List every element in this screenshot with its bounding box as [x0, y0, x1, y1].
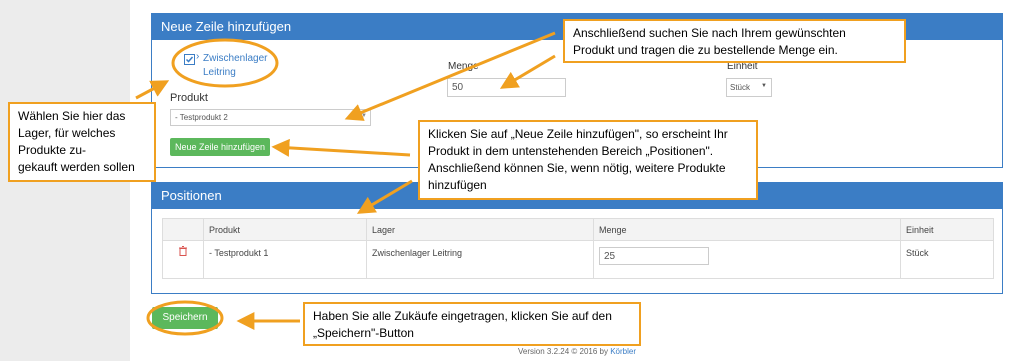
- version-text: Version 3.2.24 © 2016 by: [518, 347, 608, 356]
- footer: Version 3.2.24 © 2016 by Körbler: [130, 347, 1024, 356]
- callout-add-line: Produkt in dem untenstehenden Bereich „P…: [428, 144, 714, 158]
- table-row: - Testprodukt 1 Zwischenlager Leitring 2…: [162, 240, 994, 279]
- row-einheit: Stück: [900, 240, 994, 279]
- row-menge-input[interactable]: 25: [599, 247, 709, 265]
- company-link[interactable]: Körbler: [610, 347, 636, 356]
- callout-add-line: hinzufügen: [428, 178, 487, 192]
- callout-lager: Wählen Sie hier das Lager, für welches P…: [8, 102, 156, 182]
- callout-add-row: Klicken Sie auf „Neue Zeile hinzufügen",…: [418, 120, 758, 200]
- callout-save: Haben Sie alle Zukäufe eingetragen, klic…: [303, 302, 641, 346]
- row-produkt: - Testprodukt 1: [203, 240, 367, 279]
- save-button[interactable]: Speichern: [152, 307, 218, 329]
- produkt-value: - Testprodukt 2: [175, 113, 228, 122]
- callout-search-line: Anschließend suchen Sie nach Ihrem gewün…: [573, 26, 846, 40]
- menge-input[interactable]: 50: [447, 78, 566, 97]
- einheit-select[interactable]: Stück ▼: [726, 78, 772, 97]
- lager-tree-item[interactable]: Zwischenlager Leitring: [203, 52, 267, 80]
- menge-label: Menge: [448, 61, 479, 72]
- dropdown-icon: ▼: [361, 113, 367, 119]
- trash-icon: [179, 246, 187, 256]
- lager-tree-label-1: Zwischenlager: [203, 53, 268, 64]
- callout-lager-line: Wählen Sie hier das: [18, 109, 126, 123]
- einheit-value: Stück: [730, 83, 751, 92]
- chevron-right-icon: ›: [196, 51, 200, 62]
- row-menge-cell: 25: [593, 240, 901, 279]
- produkt-label: Produkt: [170, 92, 208, 104]
- callout-lager-line: Produkte zu-: [18, 143, 87, 157]
- callout-save-line: Haben Sie alle Zukäufe eingetragen, klic…: [313, 309, 612, 323]
- callout-lager-line: Lager, für welches: [18, 126, 116, 140]
- row-lager: Zwischenlager Leitring: [366, 240, 594, 279]
- callout-add-line: Anschließend können Sie, wenn nötig, wei…: [428, 161, 726, 175]
- check-icon: [185, 56, 194, 63]
- callout-search-line: Produkt und tragen die zu bestellende Me…: [573, 43, 838, 57]
- table-header-menge: Menge: [593, 218, 901, 241]
- callout-lager-line: gekauft werden sollen: [18, 160, 135, 174]
- table-header-produkt: Produkt: [203, 218, 367, 241]
- callout-add-line: Klicken Sie auf „Neue Zeile hinzufügen",…: [428, 127, 728, 141]
- delete-row-button[interactable]: [162, 240, 204, 279]
- table-header-einheit: Einheit: [900, 218, 994, 241]
- dropdown-icon: ▼: [761, 83, 767, 89]
- lager-tree-checkbox[interactable]: [184, 54, 195, 65]
- produkt-select[interactable]: - Testprodukt 2 ▼: [170, 109, 371, 126]
- lager-tree-label-2: Leitring: [203, 67, 236, 78]
- positions-table: Produkt Lager Menge Einheit - Testproduk…: [162, 218, 994, 279]
- callout-save-line: „Speichern"-Button: [313, 326, 414, 340]
- add-row-button[interactable]: Neue Zeile hinzufügen: [170, 138, 270, 156]
- table-header-lager: Lager: [366, 218, 594, 241]
- table-header-blank: [162, 218, 204, 241]
- callout-search: Anschließend suchen Sie nach Ihrem gewün…: [563, 19, 906, 63]
